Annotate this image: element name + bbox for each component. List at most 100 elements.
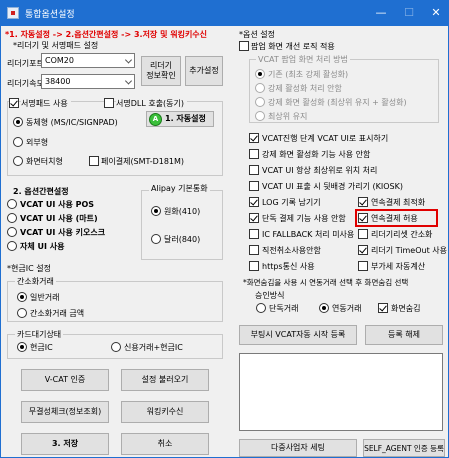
reader-timeout-label: 리더기 TimeOut 사용 bbox=[371, 246, 447, 255]
ic-fallback-checkbox[interactable] bbox=[249, 229, 259, 239]
https-label: https통신 사용 bbox=[262, 262, 315, 271]
consecutive-optimize-checkbox[interactable] bbox=[358, 197, 368, 207]
option-section-label: *옵션 설정 bbox=[239, 30, 275, 39]
steps-banner: *1. 자동설정 -> 2.옵션간편설정 -> 3.저장 및 워킹키수신 bbox=[5, 30, 208, 39]
easy-option-radio[interactable] bbox=[7, 227, 17, 237]
card-status-label: 현금IC bbox=[30, 343, 53, 352]
easy-option-radio[interactable] bbox=[7, 241, 17, 251]
pay-pad-checkbox[interactable] bbox=[89, 156, 99, 166]
card-status-label: 신용거래+현금IC bbox=[124, 343, 183, 352]
option-checkbox[interactable] bbox=[249, 165, 259, 175]
log-textarea[interactable] bbox=[239, 353, 443, 431]
speed-select[interactable]: 38400 bbox=[41, 74, 135, 89]
signpad-type-label: 동체형 (MS/IC/SIGNPAD) bbox=[26, 118, 118, 127]
options-window: 통합옵션설정 — ☐ ✕ *1. 자동설정 -> 2.옵션간편설정 -> 3.저… bbox=[0, 0, 449, 458]
popup-method-radio[interactable] bbox=[255, 97, 265, 107]
cancel-button[interactable]: 취소 bbox=[121, 433, 209, 455]
vat-auto-checkbox[interactable] bbox=[358, 261, 368, 271]
approval-option-label: 단독거래 bbox=[269, 304, 299, 313]
easy-option-radio[interactable] bbox=[7, 213, 17, 223]
auto-setting-icon: A bbox=[149, 113, 162, 126]
reader-reset-checkbox[interactable] bbox=[358, 229, 368, 239]
single-pay-disable-checkbox[interactable] bbox=[249, 213, 259, 223]
minimize-icon[interactable]: — bbox=[373, 5, 389, 21]
easy-option-radio[interactable] bbox=[7, 199, 17, 209]
boot-start-button[interactable]: 부팅시 VCAT자동 시작 등록 bbox=[239, 325, 357, 345]
maximize-icon[interactable]: ☐ bbox=[401, 5, 417, 21]
card-status-radio[interactable] bbox=[17, 342, 27, 352]
reader-timeout-checkbox[interactable] bbox=[358, 245, 368, 255]
sign-dll-checkbox[interactable] bbox=[104, 98, 114, 108]
multi-business-button[interactable]: 다중사업자 세팅 bbox=[239, 439, 357, 457]
signpad-type-radio[interactable] bbox=[13, 117, 23, 127]
popup-method-label: 강제 화면 활성화 (최상위 유지 + 활성화) bbox=[268, 98, 407, 107]
working-key-button[interactable]: 워킹키수신 bbox=[121, 401, 209, 423]
consecutive-title: *화면숨김을 사용 시 연동거래 선택 후 화면숨김 선택 bbox=[243, 278, 409, 287]
approval-radio[interactable] bbox=[256, 303, 266, 313]
integrity-check-button[interactable]: 무결성체크(정보조회) bbox=[21, 401, 109, 423]
title-bar: 통합옵션설정 — ☐ ✕ bbox=[1, 1, 448, 26]
signpad-type-radio[interactable] bbox=[13, 137, 23, 147]
hide-screen-checkbox[interactable] bbox=[378, 303, 388, 313]
hide-screen-label: 화면숨김 bbox=[391, 304, 421, 313]
approval-option-label: 연동거래 bbox=[332, 304, 362, 313]
https-checkbox[interactable] bbox=[249, 261, 259, 271]
vat-auto-label: 부가세 자동계산 bbox=[371, 262, 426, 271]
option-label: 강제 화면 활성화 기능 사용 안함 bbox=[262, 150, 371, 159]
popup-method-radio[interactable] bbox=[255, 69, 265, 79]
window-title: 통합옵션설정 bbox=[25, 10, 75, 20]
save-button[interactable]: 3. 저장 bbox=[21, 433, 109, 455]
log-label: LOG 기록 남기기 bbox=[262, 198, 321, 207]
speed-value: 38400 bbox=[45, 77, 71, 86]
consecutive-allow-label: 연속결제 허용 bbox=[371, 214, 418, 223]
chevron-down-icon bbox=[124, 55, 133, 64]
signpad-type-radio[interactable] bbox=[13, 156, 23, 166]
approval-radio[interactable] bbox=[319, 303, 329, 313]
option-checkbox[interactable] bbox=[249, 133, 259, 143]
log-checkbox[interactable] bbox=[249, 197, 259, 207]
signpad-use-checkbox[interactable] bbox=[9, 98, 19, 108]
simple-trade-radio[interactable] bbox=[17, 308, 27, 318]
popup-method-label: 기존 (최초 강제 활성화) bbox=[268, 70, 349, 79]
easy-option-label: VCAT UI 사용 POS bbox=[20, 200, 95, 209]
self-agent-button[interactable]: SELF_AGENT 인증 등록 bbox=[363, 439, 445, 457]
signpad-use-label: 서명패드 사용 bbox=[21, 98, 71, 109]
consecutive-optimize-label: 연속결제 최적화 bbox=[371, 198, 426, 207]
unregister-button[interactable]: 등록 해제 bbox=[365, 325, 443, 345]
popup-improve-checkbox[interactable] bbox=[239, 41, 249, 51]
simple-trade-label: 일반거래 bbox=[30, 293, 60, 302]
option-checkbox[interactable] bbox=[249, 181, 259, 191]
approval-method-label: 승인방식 bbox=[255, 291, 285, 300]
card-status-radio[interactable] bbox=[111, 342, 121, 352]
auto-setting-label: 1. 자동설정 bbox=[165, 114, 206, 124]
popup-method-radio[interactable] bbox=[255, 111, 265, 121]
sign-dll-label: 서명DLL 호출(동기) bbox=[116, 98, 188, 109]
alipay-currency-radio[interactable] bbox=[151, 206, 161, 216]
option-label: VCAT UI 항상 최상위로 위치 처리 bbox=[262, 166, 378, 175]
alipay-currency-radio[interactable] bbox=[151, 234, 161, 244]
reader-section-label: *리더기 및 서명패드 설정 bbox=[13, 41, 99, 50]
popup-method-title: VCAT 팝업 화면 처리 방법 bbox=[256, 54, 350, 65]
ic-fallback-label: IC FALLBACK 처리 미사용 bbox=[262, 230, 355, 239]
auto-setting-button[interactable]: A 1. 자동설정 bbox=[146, 111, 214, 127]
close-icon[interactable]: ✕ bbox=[428, 5, 444, 21]
easy-setting-title: 2. 옵션간편설정 bbox=[13, 187, 69, 196]
consecutive-allow-checkbox[interactable] bbox=[358, 213, 368, 223]
simple-trade-label: 간소화거래 금액 bbox=[30, 309, 85, 318]
port-select[interactable]: COM20 bbox=[41, 53, 135, 68]
vcat-auth-button[interactable]: V-CAT 인증 bbox=[21, 369, 109, 391]
alipay-title: Alipay 기본통화 bbox=[149, 183, 210, 194]
prev-cancel-checkbox[interactable] bbox=[249, 245, 259, 255]
load-settings-button[interactable]: 설정 불러오기 bbox=[121, 369, 209, 391]
port-value: COM20 bbox=[45, 56, 74, 65]
simple-trade-title: 간소화거래 bbox=[15, 276, 56, 287]
simple-trade-radio[interactable] bbox=[17, 292, 27, 302]
add-setting-button[interactable]: 추가설정 bbox=[185, 56, 223, 86]
option-checkbox[interactable] bbox=[249, 149, 259, 159]
alipay-currency-label: 원화(410) bbox=[164, 207, 201, 216]
popup-method-radio[interactable] bbox=[255, 83, 265, 93]
option-label: VCAT UI 표출 시 뒷배경 가리기 (KIOSK) bbox=[262, 182, 403, 191]
easy-option-label: VCAT UI 사용 (마트) bbox=[20, 214, 98, 223]
reader-info-button[interactable]: 리더기 정보확인 bbox=[141, 56, 181, 86]
alipay-group bbox=[141, 190, 223, 260]
